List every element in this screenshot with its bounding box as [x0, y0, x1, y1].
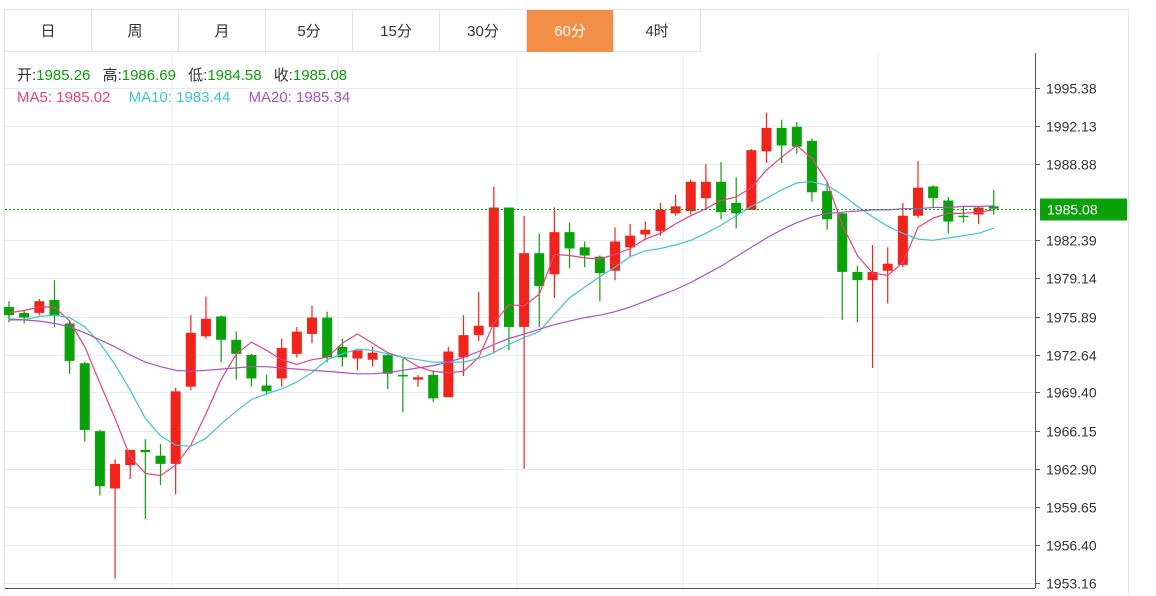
candle-body	[382, 355, 393, 374]
candle-body	[716, 181, 727, 213]
candle-body	[291, 331, 302, 354]
candle-body	[988, 206, 999, 209]
y-tick-label: 1969.40	[1046, 385, 1097, 401]
candle-body	[79, 363, 90, 430]
low-label: 低:	[188, 67, 208, 84]
candle-body	[110, 463, 121, 489]
candle-body	[458, 335, 469, 358]
candle-body	[519, 253, 530, 327]
candle-body	[822, 191, 833, 220]
candle-body	[140, 449, 151, 453]
ma5-legend: MA5: 1985.02	[17, 89, 111, 106]
candle-body	[276, 348, 287, 379]
ma5-line	[8, 144, 994, 477]
candle-body	[700, 181, 711, 199]
close-value: 1985.08	[292, 67, 348, 84]
candle-body	[322, 317, 333, 358]
candle-body	[397, 374, 408, 377]
candle-body	[534, 253, 545, 286]
low-value: 1984.58	[207, 67, 262, 84]
y-tick-label: 1953.16	[1046, 576, 1097, 592]
ohlc-info-panel: 开:1985.26 高:1986.69 低:1984.58 收:1985.08 …	[17, 65, 364, 109]
candle-body	[367, 352, 378, 360]
candle-body	[837, 213, 848, 272]
high-label: 高:	[102, 67, 122, 84]
candle-body	[19, 312, 30, 318]
candle-body	[761, 127, 772, 152]
candle-body	[413, 377, 424, 380]
candle-body	[640, 229, 651, 235]
candle-body	[352, 350, 363, 359]
candle-body	[973, 207, 984, 215]
candle-body	[443, 351, 454, 398]
candle-body	[928, 186, 939, 199]
candle-body	[64, 323, 75, 361]
y-tick-label: 1966.15	[1046, 424, 1097, 440]
y-tick-label: 1962.90	[1046, 462, 1097, 478]
y-tick-label: 1995.38	[1046, 81, 1097, 97]
close-label: 收:	[273, 67, 293, 84]
ma20-legend: MA20: 1985.34	[248, 89, 351, 106]
candle-body	[791, 126, 802, 147]
candle-body	[943, 200, 954, 222]
y-tick-label: 1982.39	[1046, 233, 1097, 249]
candle-body	[579, 247, 590, 256]
candle-body	[4, 307, 14, 316]
open-label: 开:	[17, 67, 37, 84]
ma10-legend: MA10: 1983.44	[128, 89, 231, 106]
y-tick-label: 1959.65	[1046, 500, 1097, 516]
candle-body	[776, 127, 787, 146]
candle-body	[610, 241, 620, 271]
y-tick-label: 1956.40	[1046, 538, 1097, 554]
y-tick-label: 1972.64	[1046, 348, 1097, 364]
candle-body	[685, 181, 696, 212]
candle-body	[670, 206, 681, 214]
candle-body	[200, 318, 211, 337]
candle-body	[897, 215, 908, 265]
candle-body	[428, 374, 439, 399]
candle-body	[746, 150, 757, 210]
candle-body	[216, 316, 227, 340]
candle-body	[913, 187, 923, 216]
candle-body	[958, 215, 969, 218]
candle-body	[261, 385, 272, 392]
candle-body	[170, 391, 181, 464]
last-price-label: 1985.08	[1047, 202, 1098, 218]
candle-body	[155, 455, 166, 464]
candle-body	[307, 317, 317, 334]
candle-body	[185, 332, 196, 387]
candle-body	[564, 232, 575, 249]
candle-body	[806, 140, 817, 193]
candle-body	[94, 431, 105, 487]
candle-body	[549, 232, 560, 275]
open-value: 1985.26	[36, 67, 91, 84]
ohlc-row: 开:1985.26 高:1986.69 低:1984.58 收:1985.08	[17, 65, 364, 87]
high-value: 1986.69	[121, 67, 176, 84]
candle-body	[625, 235, 636, 248]
y-tick-label: 1988.88	[1046, 157, 1097, 173]
y-tick-label: 1992.13	[1046, 119, 1097, 135]
candle-body	[655, 209, 666, 231]
candle-body	[882, 263, 893, 271]
candle-body	[852, 271, 863, 281]
candle-body	[731, 202, 742, 214]
ma-row: MA5: 1985.02 MA10: 1983.44 MA20: 1985.34	[17, 87, 364, 109]
candle-body	[488, 207, 499, 327]
candle-body	[473, 325, 484, 336]
y-tick-label: 1979.14	[1046, 271, 1097, 287]
y-tick-label: 1975.89	[1046, 310, 1097, 326]
